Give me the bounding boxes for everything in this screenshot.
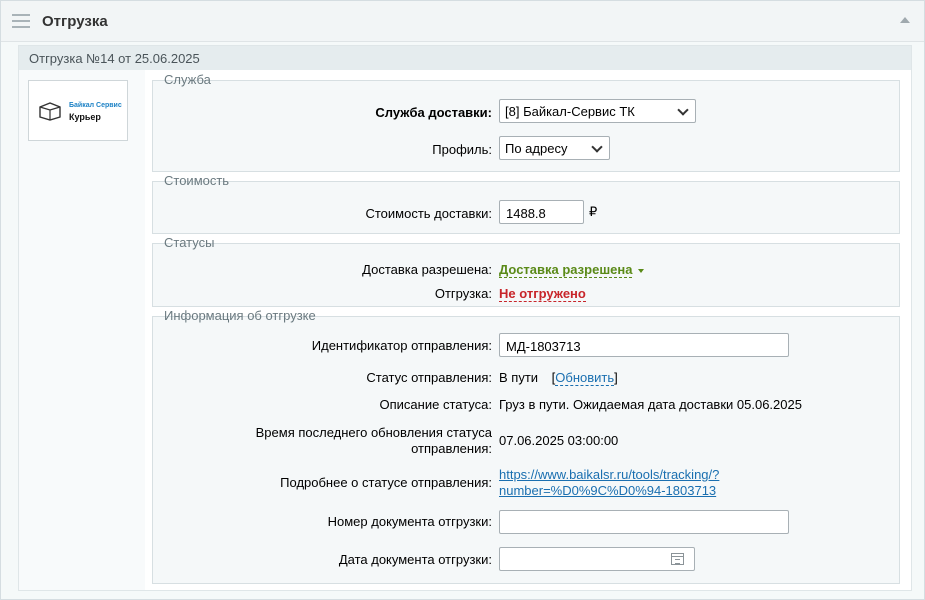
profile-value: По адресу bbox=[505, 141, 568, 156]
details-link[interactable]: https://www.baikalsr.ru/tools/tracking/?… bbox=[499, 467, 719, 499]
currency-symbol: ₽ bbox=[589, 204, 598, 219]
tracking-status: В пути [Обновить] bbox=[499, 370, 618, 386]
status-description-value: Груз в пути. Ожидаемая дата доставки 05.… bbox=[499, 397, 802, 412]
shipment-panel: Отгрузка Отгрузка №14 от 25.06.2025 Байк… bbox=[0, 0, 925, 600]
shipment-header-bar: Отгрузка №14 от 25.06.2025 bbox=[19, 46, 911, 70]
details-link-line1[interactable]: https://www.baikalsr.ru/tools/tracking/? bbox=[499, 467, 719, 483]
cost-value: 1488.8 bbox=[506, 206, 546, 221]
delivery-service-value: [8] Байкал-Сервис ТК bbox=[505, 104, 635, 119]
info-section: Информация об отгрузке Идентификатор отп… bbox=[152, 308, 900, 584]
cost-input[interactable]: 1488.8 bbox=[499, 200, 584, 224]
delivery-service-select[interactable]: [8] Байкал-Сервис ТК bbox=[499, 99, 696, 123]
tracking-id-label: Идентификатор отправления: bbox=[311, 338, 492, 353]
delivery-allowed-dropdown[interactable]: Доставка разрешена bbox=[499, 262, 645, 278]
status-section: Статусы Доставка разрешена: Доставка раз… bbox=[152, 235, 900, 307]
cost-label: Стоимость доставки: bbox=[365, 206, 492, 221]
tracking-id-value: МД-1803713 bbox=[506, 339, 581, 354]
doc-date-input[interactable] bbox=[499, 547, 695, 571]
shipment-status-toggle[interactable]: Не отгружено bbox=[499, 286, 586, 302]
panel-title: Отгрузка bbox=[42, 13, 108, 30]
cost-legend: Стоимость bbox=[164, 173, 230, 188]
doc-number-label: Номер документа отгрузки: bbox=[327, 514, 492, 529]
delivery-allowed-label: Доставка разрешена: bbox=[362, 262, 492, 277]
chevron-down-icon bbox=[677, 104, 689, 116]
hamburger-icon[interactable] bbox=[12, 14, 30, 28]
dropdown-arrow-icon bbox=[638, 268, 645, 273]
box-icon bbox=[39, 102, 61, 121]
left-column bbox=[19, 70, 145, 590]
tracking-id-input[interactable]: МД-1803713 bbox=[499, 333, 789, 357]
chevron-down-icon bbox=[591, 141, 603, 153]
delivery-logo: Байкал Сервис Курьер bbox=[28, 80, 128, 141]
refresh-link[interactable]: Обновить bbox=[555, 370, 615, 386]
details-link-line2[interactable]: number=%D0%9C%D0%94-1803713 bbox=[499, 483, 719, 499]
shipment-header: Отгрузка №14 от 25.06.2025 bbox=[29, 51, 200, 66]
last-update-label-line2: отправления: bbox=[411, 441, 492, 456]
panel-header: Отгрузка bbox=[1, 1, 924, 42]
calendar-icon[interactable] bbox=[671, 553, 684, 565]
profile-label: Профиль: bbox=[432, 142, 492, 157]
details-label: Подробнее о статусе отправления: bbox=[280, 475, 492, 490]
doc-number-input[interactable] bbox=[499, 510, 789, 534]
last-update-label: Время последнего обновления статуса отпр… bbox=[256, 425, 492, 457]
status-legend: Статусы bbox=[164, 235, 215, 250]
collapse-up-icon[interactable] bbox=[900, 17, 910, 23]
delivery-allowed-value: Доставка разрешена bbox=[499, 262, 633, 278]
logo-subtitle: Курьер bbox=[69, 112, 101, 122]
service-section: Служба Служба доставки: [8] Байкал-Серви… bbox=[152, 72, 900, 172]
logo-brand: Байкал Сервис bbox=[69, 102, 122, 109]
shipment-body: Отгрузка №14 от 25.06.2025 Байкал Сервис… bbox=[18, 45, 912, 591]
status-description-label: Описание статуса: bbox=[379, 397, 492, 412]
tracking-status-value: В пути bbox=[499, 370, 539, 385]
last-update-value: 07.06.2025 03:00:00 bbox=[499, 433, 619, 448]
info-legend: Информация об отгрузке bbox=[164, 308, 316, 323]
cost-section: Стоимость Стоимость доставки: 1488.8 ₽ bbox=[152, 173, 900, 234]
delivery-service-label: Служба доставки: bbox=[375, 105, 492, 120]
tracking-status-label: Статус отправления: bbox=[366, 370, 492, 385]
shipment-status-label: Отгрузка: bbox=[434, 286, 492, 301]
profile-select[interactable]: По адресу bbox=[499, 136, 610, 160]
refresh-bracket-close: ] bbox=[614, 370, 618, 385]
shipment-status-value: Не отгружено bbox=[499, 286, 586, 302]
last-update-label-line1: Время последнего обновления статуса bbox=[255, 425, 492, 440]
doc-date-label: Дата документа отгрузки: bbox=[338, 552, 492, 567]
service-legend: Служба bbox=[164, 72, 211, 87]
